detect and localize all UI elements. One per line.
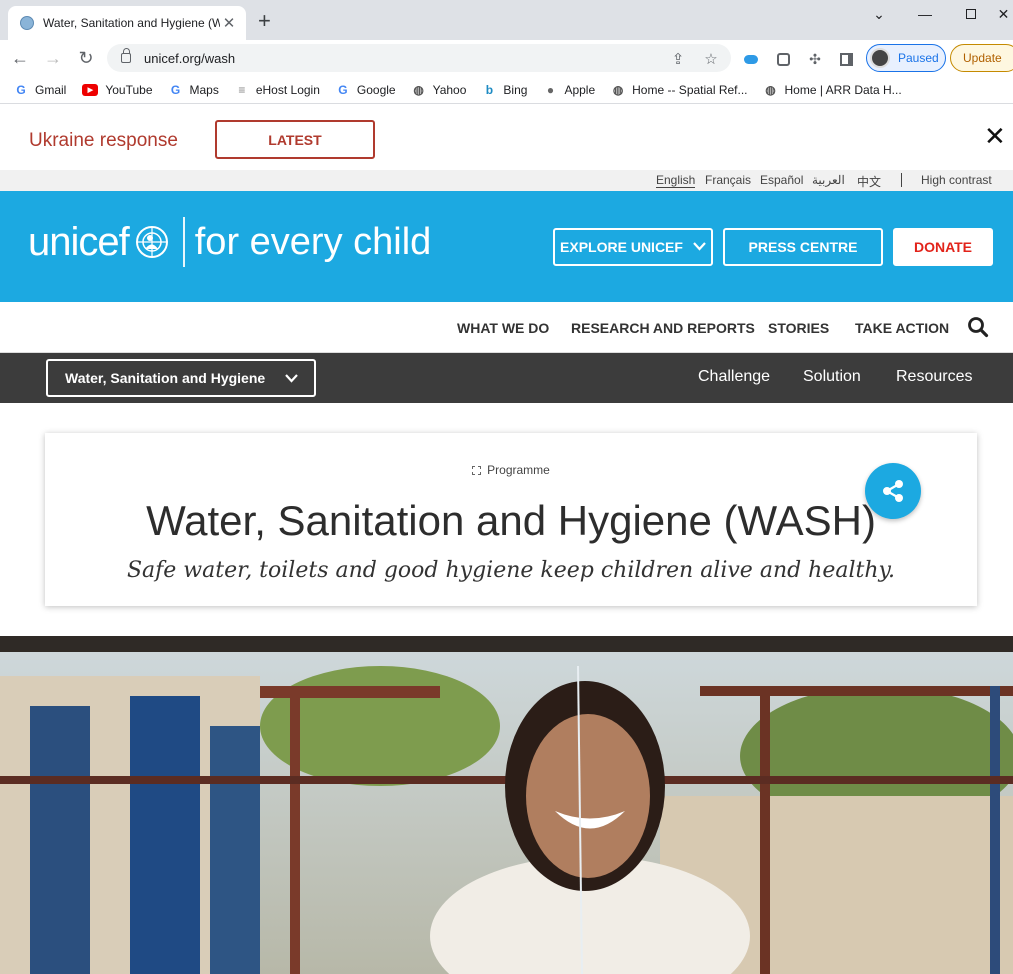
donate-button[interactable]: DONATE: [893, 228, 993, 266]
google-icon: G: [338, 82, 348, 97]
language-divider: [901, 173, 902, 187]
tab-title: Water, Sanitation and Hygiene (WASH) | U…: [43, 16, 220, 30]
close-banner-icon[interactable]: ✕: [984, 123, 1006, 149]
bookmark-gmail[interactable]: G Gmail: [14, 83, 66, 97]
lock-icon[interactable]: [121, 48, 131, 63]
nav-stories[interactable]: STORIES: [768, 320, 829, 336]
logo-wordmark: unicef: [28, 219, 130, 264]
hero-image: [0, 636, 1013, 974]
web-page: Ukraine response LATEST ✕ English França…: [0, 105, 1013, 974]
globe-icon: ◍: [413, 82, 424, 97]
nav-take-action[interactable]: TAKE ACTION: [855, 320, 949, 336]
share-button[interactable]: [865, 463, 921, 519]
lang-spanish[interactable]: Español: [760, 173, 803, 187]
bookmark-ehost-login[interactable]: ≡ eHost Login: [235, 83, 320, 97]
bookmark-arr-data[interactable]: ◍ Home | ARR Data H...: [764, 82, 901, 97]
profile-paused-button[interactable]: Paused: [866, 44, 946, 72]
unicef-emblem-icon: [135, 226, 168, 258]
maximize-icon[interactable]: [948, 0, 994, 28]
avatar: [870, 48, 890, 68]
nav-what-we-do[interactable]: WHAT WE DO: [457, 320, 549, 336]
bookmark-spatial-ref[interactable]: ◍ Home -- Spatial Ref...: [611, 82, 748, 97]
onedrive-extension-icon[interactable]: [742, 50, 760, 68]
explore-unicef-button[interactable]: EXPLORE UNICEF: [553, 228, 713, 266]
main-navigation: WHAT WE DO RESEARCH AND REPORTS STORIES …: [0, 302, 1013, 353]
bookmark-youtube[interactable]: ▶ YouTube: [82, 83, 153, 97]
content-type-label: Programme: [45, 463, 977, 477]
browser-tab[interactable]: Water, Sanitation and Hygiene (WASH) | U…: [8, 6, 246, 40]
page-title: Water, Sanitation and Hygiene (WASH): [146, 497, 876, 544]
latest-button[interactable]: LATEST: [215, 120, 375, 159]
subnav-challenge[interactable]: Challenge: [698, 368, 770, 386]
globe-icon: ◍: [765, 82, 776, 97]
section-subnav: Water, Sanitation and Hygiene Challenge …: [0, 353, 1013, 403]
url-text[interactable]: unicef.org/wash: [144, 51, 235, 66]
profile-status: Paused: [898, 51, 939, 65]
share-icon: [883, 480, 903, 502]
extensions-puzzle-icon[interactable]: ✣: [806, 50, 824, 68]
logo-tagline: for every child: [194, 220, 432, 263]
alert-banner: Ukraine response LATEST ✕: [0, 105, 1013, 170]
logo-divider: [182, 217, 185, 267]
close-tab-icon[interactable]: ✕: [220, 14, 238, 32]
search-icon[interactable]: [967, 316, 989, 338]
google-icon: G: [16, 82, 26, 97]
lang-english[interactable]: English: [656, 173, 696, 188]
back-icon[interactable]: ←: [8, 46, 32, 70]
bing-icon: b: [485, 82, 494, 97]
bookmark-apple[interactable]: ● Apple: [543, 83, 595, 97]
tab-search-chevron-icon[interactable]: ⌄: [856, 0, 902, 28]
bookmark-star-icon[interactable]: ☆: [702, 50, 720, 68]
extension-icon[interactable]: [774, 50, 792, 68]
chevron-down-icon: [285, 371, 298, 386]
lang-arabic[interactable]: العربية: [812, 173, 845, 187]
explore-label: EXPLORE UNICEF: [560, 239, 683, 255]
apple-icon: ●: [546, 82, 555, 97]
language-bar: English Français Español العربية 中文 High…: [0, 170, 1013, 191]
alert-text[interactable]: Ukraine response: [29, 130, 178, 152]
reload-icon[interactable]: ↻: [74, 46, 98, 70]
youtube-icon: ▶: [82, 83, 99, 96]
programme-icon: [472, 466, 482, 475]
subnav-resources[interactable]: Resources: [896, 368, 972, 386]
page-subtitle: Safe water, toilets and good hygiene kee…: [126, 558, 896, 583]
chevron-down-icon: [693, 240, 706, 254]
bookmark-bing[interactable]: b Bing: [482, 82, 528, 97]
bookmark-maps[interactable]: G Maps: [169, 83, 219, 97]
browser-toolbar: ← → ↻ unicef.org/wash ⇪ ☆ ✣ Paused Updat…: [0, 40, 1013, 76]
press-centre-button[interactable]: PRESS CENTRE: [723, 228, 883, 266]
unicef-logo[interactable]: unicef for every child: [28, 217, 431, 267]
lang-french[interactable]: Français: [705, 173, 751, 187]
nav-research-and-reports[interactable]: RESEARCH AND REPORTS: [571, 320, 755, 336]
section-dropdown[interactable]: Water, Sanitation and Hygiene: [46, 359, 316, 397]
site-header: unicef for every child EXPLORE UNICEF PR…: [0, 191, 1013, 302]
bookmark-google[interactable]: G Google: [336, 82, 395, 97]
side-panel-icon[interactable]: [837, 50, 855, 68]
forward-icon[interactable]: →: [41, 46, 65, 70]
share-page-icon[interactable]: ⇪: [669, 50, 687, 68]
subnav-solution[interactable]: Solution: [803, 368, 861, 386]
tab-strip: Water, Sanitation and Hygiene (WASH) | U…: [0, 0, 1013, 40]
new-tab-icon[interactable]: +: [258, 10, 271, 32]
globe-icon: ◍: [612, 82, 624, 97]
address-bar[interactable]: unicef.org/wash: [107, 44, 731, 72]
section-dropdown-label: Water, Sanitation and Hygiene: [65, 370, 266, 386]
page-title-card: Programme Water, Sanitation and Hygiene …: [45, 433, 977, 606]
ehost-icon: ≡: [238, 82, 246, 97]
lang-chinese[interactable]: 中文: [857, 173, 881, 190]
close-window-icon[interactable]: ✕: [994, 0, 1013, 28]
bookmarks-bar: G Gmail ▶ YouTube G Maps ≡ eHost Login G Goog…: [0, 76, 1013, 104]
google-icon: G: [170, 82, 181, 97]
hero-photo-girl-washing: [0, 636, 1013, 974]
unicef-favicon-icon: [20, 16, 34, 30]
update-button[interactable]: Update: [950, 44, 1013, 72]
high-contrast-toggle[interactable]: High contrast: [921, 173, 992, 187]
minimize-icon[interactable]: —: [902, 0, 948, 28]
bookmark-yahoo[interactable]: ◍ Yahoo: [412, 82, 466, 97]
